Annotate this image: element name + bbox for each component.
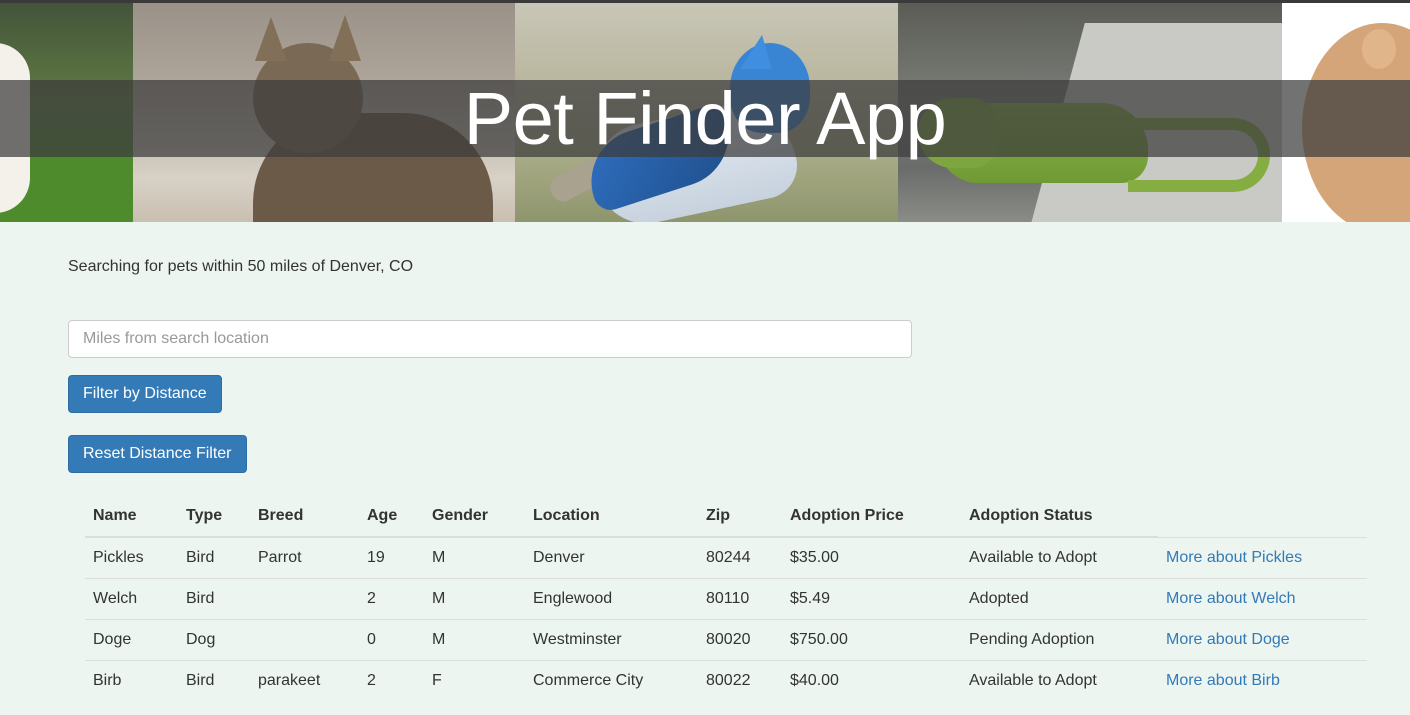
more-about-link[interactable]: More about Birb (1166, 672, 1280, 689)
search-info-text: Searching for pets within 50 miles of De… (68, 258, 414, 275)
filter-by-distance-button[interactable]: Filter by Distance (68, 375, 222, 413)
header-gender: Gender (424, 495, 525, 538)
cell-type: Bird (178, 660, 250, 701)
cell-link: More about Birb (1158, 660, 1367, 701)
cell-name: Welch (85, 578, 178, 620)
table-row: Birb Bird parakeet 2 F Commerce City 800… (85, 660, 1367, 701)
cell-name: Birb (85, 660, 178, 701)
cell-link: More about Pickles (1158, 536, 1367, 579)
pets-table: Name Type Breed Age Gender Location Zip … (85, 495, 1367, 701)
cell-age: 0 (359, 619, 424, 661)
cell-adoption-price: $40.00 (782, 660, 961, 701)
cell-adoption-status: Available to Adopt (961, 660, 1158, 701)
table-header-row: Name Type Breed Age Gender Location Zip … (85, 495, 1367, 538)
header-breed: Breed (250, 495, 359, 538)
cell-adoption-status: Adopted (961, 578, 1158, 620)
cell-breed (250, 578, 359, 620)
cell-location: Commerce City (525, 660, 698, 701)
header-type: Type (178, 495, 250, 538)
cell-zip: 80110 (698, 578, 782, 620)
cell-adoption-status: Pending Adoption (961, 619, 1158, 661)
header-link-spacer (1158, 495, 1367, 537)
header-adoption-price: Adoption Price (782, 495, 961, 538)
table-row: Pickles Bird Parrot 19 M Denver 80244 $3… (85, 536, 1367, 579)
cell-location: Englewood (525, 578, 698, 620)
cell-gender: M (424, 619, 525, 661)
header-banner: Pet Finder App (0, 3, 1410, 222)
cell-zip: 80022 (698, 660, 782, 701)
cell-name: Pickles (85, 536, 178, 579)
cell-type: Bird (178, 536, 250, 579)
cell-adoption-status: Available to Adopt (961, 536, 1158, 579)
header-adoption-status: Adoption Status (961, 495, 1158, 538)
cell-type: Dog (178, 619, 250, 661)
cell-breed: parakeet (250, 660, 359, 701)
cell-location: Denver (525, 536, 698, 579)
more-about-link[interactable]: More about Doge (1166, 631, 1290, 648)
header-zip: Zip (698, 495, 782, 538)
cell-adoption-price: $5.49 (782, 578, 961, 620)
header-name: Name (85, 495, 178, 538)
cell-breed: Parrot (250, 536, 359, 579)
miles-input[interactable] (68, 320, 912, 358)
app-title: Pet Finder App (463, 77, 947, 160)
cell-breed (250, 619, 359, 661)
cell-location: Westminster (525, 619, 698, 661)
cell-gender: F (424, 660, 525, 701)
cell-zip: 80020 (698, 619, 782, 661)
more-about-link[interactable]: More about Pickles (1166, 549, 1302, 566)
header-age: Age (359, 495, 424, 538)
more-about-link[interactable]: More about Welch (1166, 590, 1296, 607)
reset-distance-filter-button[interactable]: Reset Distance Filter (68, 435, 247, 473)
cell-age: 19 (359, 536, 424, 579)
cell-zip: 80244 (698, 536, 782, 579)
cell-link: More about Welch (1158, 578, 1367, 620)
table-row: Welch Bird 2 M Englewood 80110 $5.49 Ado… (85, 578, 1367, 620)
cell-link: More about Doge (1158, 619, 1367, 661)
cell-age: 2 (359, 660, 424, 701)
main-content: Searching for pets within 50 miles of De… (0, 257, 1410, 701)
cell-adoption-price: $35.00 (782, 536, 961, 579)
cell-gender: M (424, 578, 525, 620)
header-location: Location (525, 495, 698, 538)
cell-adoption-price: $750.00 (782, 619, 961, 661)
cell-gender: M (424, 536, 525, 579)
table-row: Doge Dog 0 M Westminster 80020 $750.00 P… (85, 619, 1367, 661)
cell-name: Doge (85, 619, 178, 661)
cell-age: 2 (359, 578, 424, 620)
cell-type: Bird (178, 578, 250, 620)
